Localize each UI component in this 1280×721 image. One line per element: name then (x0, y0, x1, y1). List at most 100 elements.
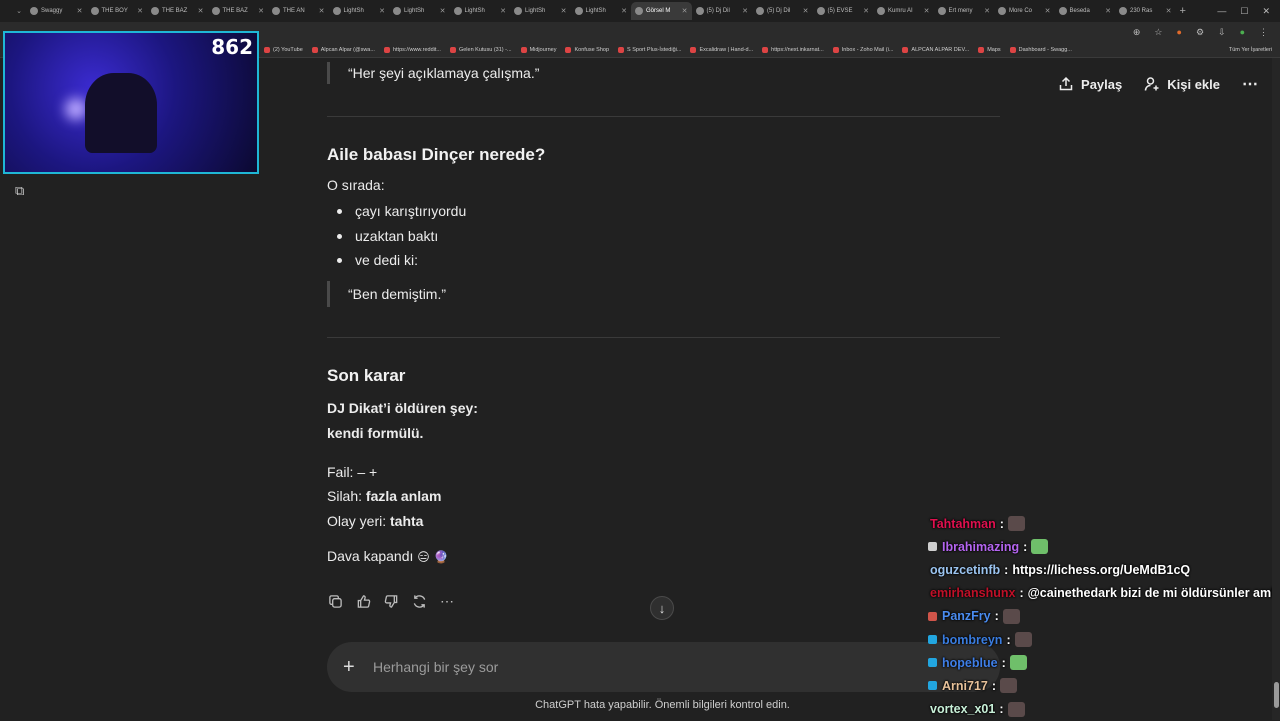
browser-tab[interactable]: ⌄ (0, 2, 26, 20)
blockquote: “Ben demiştim.” (327, 280, 1000, 307)
star-bookmark-icon[interactable]: ☆ (1154, 27, 1162, 38)
tab-label: LightSh (525, 8, 546, 14)
close-tab-icon[interactable]: ✕ (561, 7, 567, 15)
browser-tab[interactable]: Ert meny ✕ (934, 2, 995, 20)
share-button[interactable]: Paylaş (1058, 76, 1122, 92)
browser-tab[interactable]: (5) Dj Dil ✕ (692, 2, 753, 20)
close-window-icon[interactable]: ✕ (1262, 6, 1270, 17)
browser-tab[interactable]: Swaggy ✕ (26, 2, 87, 20)
browser-tab[interactable]: Beseda ✕ (1055, 2, 1116, 20)
chat-username[interactable]: PanzFry (942, 609, 991, 623)
bookmark-item[interactable]: Maps (978, 46, 1001, 53)
bookmark-item[interactable]: ALPCAN ALPAR DEV... (902, 46, 969, 53)
chat-message: Arni717: (928, 674, 1280, 697)
add-person-button[interactable]: Kişi ekle (1144, 76, 1220, 92)
page-scrollbar[interactable] (1272, 58, 1280, 720)
tab-menu-icon[interactable]: ⌄ (16, 7, 22, 15)
minimize-icon[interactable]: — (1217, 6, 1226, 17)
close-tab-icon[interactable]: ✕ (319, 7, 325, 15)
bookmark-item[interactable]: (2) YouTube (264, 46, 303, 53)
close-tab-icon[interactable]: ✕ (1166, 7, 1172, 15)
bookmark-label: Dashboard - Swagg... (1018, 46, 1072, 53)
chat-separator: : (999, 702, 1004, 717)
bookmark-item[interactable]: Alpcan Alpar (@swa... (311, 46, 375, 53)
browser-tab[interactable]: LightSh ✕ (571, 2, 632, 20)
extension-icon[interactable]: ● (1177, 27, 1182, 37)
bookmark-item[interactable]: Midjourney (520, 46, 556, 53)
browser-tab[interactable]: Görsel M ✕ (631, 2, 692, 20)
close-tab-icon[interactable]: ✕ (258, 7, 264, 15)
bookmark-item[interactable]: Dashboard - Swagg... (1009, 46, 1072, 53)
chat-username[interactable]: bombreyn (942, 633, 1002, 647)
browser-tab[interactable]: 230 Ras ✕ (1115, 2, 1176, 20)
close-tab-icon[interactable]: ✕ (682, 7, 688, 15)
close-tab-icon[interactable]: ✕ (1045, 7, 1051, 15)
copy-button[interactable] (327, 592, 343, 610)
bookmark-item[interactable]: Konfuse Shop (565, 46, 609, 53)
close-tab-icon[interactable]: ✕ (440, 7, 446, 15)
browser-menu-icon[interactable]: ⋮ (1259, 27, 1268, 38)
profile-avatar[interactable]: ● (1240, 27, 1245, 37)
close-tab-icon[interactable]: ✕ (984, 7, 990, 15)
attach-plus-button[interactable]: + (343, 656, 359, 679)
browser-tab[interactable]: More Co ✕ (994, 2, 1055, 20)
extension-icon[interactable]: ⚙ (1196, 27, 1204, 38)
bookmark-item[interactable]: Excalidraw | Hand-d... (690, 46, 753, 53)
chat-username[interactable]: oguzcetinfb (930, 563, 1000, 577)
new-tab-button[interactable]: + (1180, 5, 1186, 17)
browser-tab[interactable]: LightSh ✕ (389, 2, 450, 20)
all-bookmarks-link[interactable]: Tüm Yer İşaretleri (1229, 47, 1272, 53)
close-tab-icon[interactable]: ✕ (500, 7, 506, 15)
browser-tab[interactable]: THE BAZ ✕ (147, 2, 208, 20)
close-tab-icon[interactable]: ✕ (77, 7, 83, 15)
regenerate-button[interactable] (411, 592, 427, 610)
browser-tab[interactable]: LightSh ✕ (450, 2, 511, 20)
stream-chat-overlay: Tahtahman: Ibrahimazing: oguzcetinfb: https… (928, 512, 1280, 721)
close-tab-icon[interactable]: ✕ (621, 7, 627, 15)
browser-tab[interactable]: LightSh ✕ (510, 2, 571, 20)
tab-list: Swaggy ✕ THE BOY ✕ THE BAZ ✕ THE BAZ ✕ THE AN ✕ Li… (26, 2, 1176, 20)
close-tab-icon[interactable]: ✕ (742, 7, 748, 15)
close-tab-icon[interactable]: ✕ (198, 7, 204, 15)
tab-label: Beseda (1069, 8, 1090, 14)
browser-tab[interactable]: THE BOY ✕ (87, 2, 148, 20)
browser-tab[interactable]: Kumru AI ✕ (873, 2, 934, 20)
message-composer: + (327, 642, 1000, 692)
maximize-icon[interactable]: ☐ (1240, 6, 1248, 17)
scroll-down-button[interactable]: ↓ (650, 596, 674, 620)
browser-tab[interactable]: THE AN ✕ (268, 2, 329, 20)
chat-username[interactable]: hopeblue (942, 656, 998, 670)
close-tab-icon[interactable]: ✕ (803, 7, 809, 15)
more-actions-button[interactable]: ⋯ (439, 592, 455, 610)
close-tab-icon[interactable]: ✕ (863, 7, 869, 15)
chat-username[interactable]: emirhanshunx (930, 586, 1015, 600)
prompt-input[interactable] (373, 659, 853, 675)
chat-username[interactable]: Tahtahman (930, 517, 996, 531)
bookmark-item[interactable]: https://www.reddit... (383, 46, 441, 53)
chat-username[interactable]: Arni717 (942, 679, 988, 693)
close-tab-icon[interactable]: ✕ (379, 7, 385, 15)
chat-username[interactable]: Ibrahimazing (942, 540, 1019, 554)
bookmark-item[interactable]: Gelen Kutusu (31) -... (449, 46, 512, 53)
bookmark-item[interactable]: Inbox - Zoho Mail (i... (832, 46, 893, 53)
bookmark-item[interactable]: https://next.inkarnat... (762, 46, 824, 53)
chat-emote-icon (1009, 655, 1027, 671)
scrollbar-thumb[interactable] (1274, 682, 1279, 708)
bookmark-item[interactable]: S Sport Plus-İstediği... (618, 46, 681, 53)
close-tab-icon[interactable]: ✕ (137, 7, 143, 15)
downloads-icon[interactable]: ⇩ (1218, 27, 1226, 38)
close-tab-icon[interactable]: ✕ (1105, 7, 1111, 15)
browser-tab[interactable]: THE BAZ ✕ (208, 2, 269, 20)
browser-tab[interactable]: (5) Dj Dil ✕ (752, 2, 813, 20)
tab-label: (5) Dj Dil (767, 8, 791, 14)
thumbs-down-button[interactable] (383, 592, 399, 610)
close-tab-icon[interactable]: ✕ (924, 7, 930, 15)
zoom-icon[interactable]: ⊕ (1133, 27, 1141, 38)
browser-tab[interactable]: (5) EVSE ✕ (813, 2, 874, 20)
chat-username[interactable]: vortex_x01 (930, 702, 995, 716)
chat-separator: : (1006, 632, 1011, 647)
browser-tab[interactable]: LightSh ✕ (329, 2, 390, 20)
chat-history-icon[interactable]: ⧉ (15, 184, 29, 198)
thumbs-up-button[interactable] (355, 592, 371, 610)
more-options-button[interactable]: ⋯ (1242, 74, 1258, 94)
